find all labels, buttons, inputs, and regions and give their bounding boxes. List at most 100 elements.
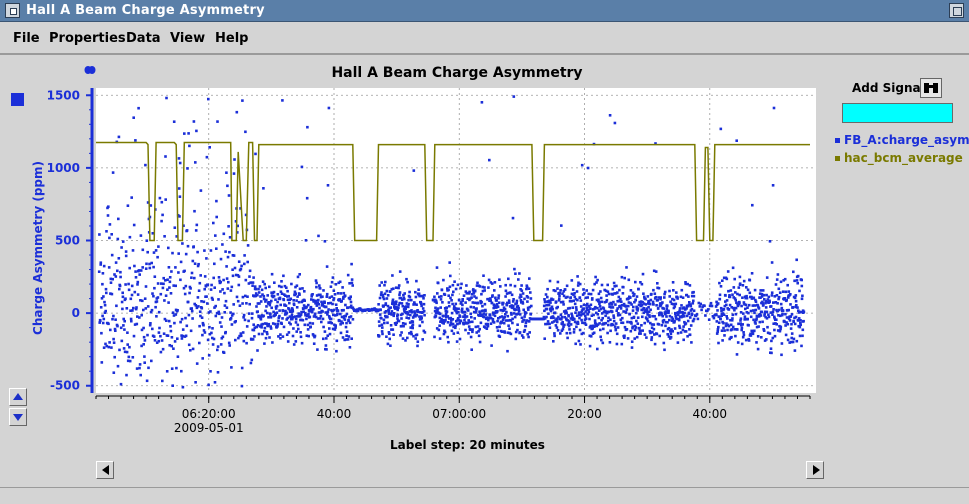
menu-data[interactable]: Data — [126, 31, 161, 46]
data-point — [170, 336, 174, 339]
data-point — [444, 309, 448, 313]
data-point — [680, 314, 684, 318]
data-point — [276, 322, 280, 326]
scale-down-button[interactable] — [9, 408, 27, 426]
data-point — [443, 330, 447, 334]
data-point — [462, 310, 466, 314]
data-point — [376, 308, 379, 311]
menu-help[interactable]: Help — [215, 31, 248, 46]
data-point — [636, 307, 640, 310]
data-point — [288, 310, 292, 313]
window-menu-icon[interactable] — [5, 3, 20, 18]
data-point — [757, 307, 761, 310]
data-point — [584, 317, 588, 320]
data-point — [723, 329, 726, 332]
data-point — [646, 318, 649, 321]
data-point — [226, 184, 229, 188]
scale-up-button[interactable] — [9, 388, 27, 406]
data-point — [157, 331, 161, 334]
data-point — [742, 312, 745, 315]
window-titlebar[interactable]: Hall A Beam Charge Asymmetry — [0, 0, 969, 22]
data-point — [635, 335, 639, 339]
data-point — [463, 322, 466, 325]
data-point — [339, 292, 343, 295]
data-point — [380, 330, 384, 333]
data-point — [254, 152, 257, 156]
data-point — [544, 293, 548, 296]
data-point — [496, 310, 499, 313]
data-point — [292, 343, 296, 346]
scroll-right-button[interactable] — [806, 461, 824, 479]
data-point — [538, 317, 542, 321]
data-point — [272, 290, 276, 294]
data-point — [318, 287, 322, 290]
data-point — [381, 293, 385, 297]
data-point — [488, 313, 491, 316]
data-point — [239, 334, 243, 338]
data-point — [656, 286, 659, 290]
data-point — [747, 303, 751, 307]
data-point — [316, 348, 319, 351]
data-point — [114, 318, 117, 321]
data-point — [484, 317, 488, 321]
binoculars-icon[interactable] — [920, 78, 942, 98]
data-point — [583, 291, 586, 295]
data-point — [466, 297, 470, 300]
data-point — [317, 298, 320, 302]
series-color-swatch[interactable] — [11, 93, 24, 106]
data-point — [765, 276, 769, 279]
data-point — [489, 322, 493, 325]
data-point — [676, 295, 679, 299]
data-point — [783, 277, 787, 281]
data-point — [766, 300, 769, 304]
data-point — [258, 302, 261, 305]
data-point — [403, 297, 406, 301]
data-point — [285, 333, 289, 336]
data-point — [401, 337, 405, 340]
data-point — [615, 342, 619, 346]
data-point — [802, 311, 805, 314]
data-point — [443, 307, 447, 310]
data-point — [458, 337, 462, 341]
data-point — [513, 308, 517, 312]
data-point — [715, 320, 719, 323]
data-point — [183, 335, 187, 338]
signal-input[interactable] — [842, 103, 953, 123]
data-point — [652, 327, 656, 331]
data-point — [471, 328, 474, 331]
data-point — [267, 322, 271, 326]
data-point — [553, 311, 557, 314]
data-point — [529, 312, 532, 316]
data-point — [790, 322, 793, 326]
menu-file[interactable]: File — [13, 31, 40, 46]
data-point — [491, 294, 494, 297]
data-point — [517, 278, 520, 281]
menu-properties[interactable]: Properties — [49, 31, 126, 46]
data-point — [558, 317, 562, 321]
data-point — [255, 325, 259, 329]
data-point — [474, 325, 478, 329]
menu-view[interactable]: View — [170, 31, 205, 46]
data-point — [667, 335, 671, 338]
data-point — [600, 312, 604, 315]
chart[interactable]: Hall A Beam Charge Asymmetry Charge Asym… — [0, 0, 969, 504]
data-point — [212, 221, 215, 225]
data-point — [774, 318, 777, 321]
data-point — [203, 331, 207, 334]
data-point — [169, 292, 173, 295]
data-point — [733, 297, 737, 300]
maximize-icon[interactable] — [949, 3, 964, 18]
data-point — [747, 311, 750, 315]
data-point — [599, 328, 602, 332]
data-point — [624, 311, 628, 314]
data-point — [601, 341, 605, 345]
scale-dot-icon[interactable] — [84, 65, 96, 75]
scroll-left-button[interactable] — [96, 461, 114, 479]
data-point — [291, 310, 295, 313]
data-point — [386, 294, 390, 297]
data-point — [571, 316, 574, 319]
data-point — [413, 302, 417, 306]
data-point — [295, 330, 298, 333]
data-point — [337, 281, 340, 285]
data-point — [158, 196, 162, 200]
